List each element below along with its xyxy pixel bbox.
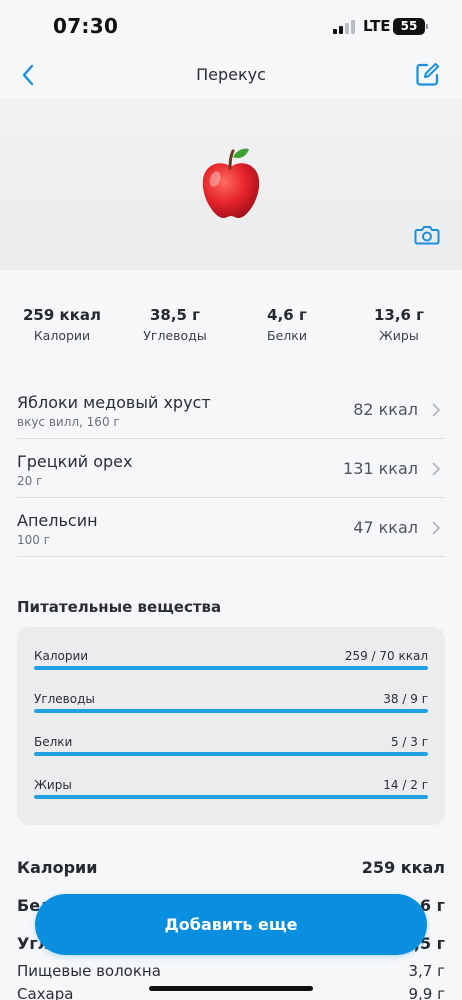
nutrient-value: 5 / 3 г — [390, 735, 428, 749]
nutrient-progress-fill — [34, 752, 428, 756]
total-value: 9,9 г — [408, 985, 445, 1000]
nutrient-progress-track — [34, 666, 428, 670]
edit-icon — [416, 62, 440, 86]
summary-label: Белки — [267, 328, 307, 343]
apple-icon — [202, 148, 260, 218]
food-list: Яблоки медовый хруст вкус вилл, 160 г 82… — [17, 380, 445, 557]
total-value: 259 ккал — [361, 858, 445, 877]
chevron-right-icon — [432, 521, 440, 535]
signal-icon — [333, 20, 355, 34]
status-time: 07:30 — [53, 14, 119, 38]
nutrient-label: Углеводы — [34, 692, 95, 706]
chevron-right-icon — [432, 462, 440, 476]
food-kcal: 47 ккал — [353, 518, 418, 537]
food-detail: 100 г — [17, 533, 51, 547]
summary-value: 259 ккал — [22, 306, 101, 324]
summary-value: 38,5 г — [149, 306, 201, 324]
total-label: Калории — [17, 858, 98, 877]
nutrient-row-carbs: Углеводы 38 / 9 г — [34, 692, 428, 720]
edit-button[interactable] — [414, 61, 441, 88]
page-title: Перекус — [196, 65, 266, 84]
nutrient-progress-fill — [34, 795, 428, 799]
nutrient-label: Калории — [34, 649, 89, 663]
summary-calories: 259 ккал Калории — [7, 306, 117, 343]
nutrients-title: Питательные вещества — [17, 598, 222, 616]
nutrient-value: 259 / 70 ккал — [344, 649, 428, 663]
nutrient-value: 14 / 2 г — [383, 778, 428, 792]
nutrient-progress-fill — [34, 666, 428, 670]
food-name: Яблоки медовый хруст — [17, 393, 211, 412]
chevron-right-icon — [432, 403, 440, 417]
nav-bar: Перекус — [0, 52, 462, 98]
summary-label: Жиры — [379, 328, 419, 343]
summary-label: Калории — [33, 328, 91, 343]
food-item-walnut[interactable]: Грецкий орех 20 г 131 ккал — [17, 439, 445, 498]
summary-fat: 13,6 г Жиры — [344, 306, 454, 343]
total-label: Пищевые волокна — [17, 962, 161, 980]
total-value: 3,7 г — [408, 962, 445, 980]
summary-protein: 4,6 г Белки — [232, 306, 342, 343]
battery-level: 55 — [400, 19, 418, 33]
total-row-calories: Калории 259 ккал — [17, 858, 445, 896]
nutrient-label: Жиры — [34, 778, 72, 792]
camera-icon — [414, 226, 440, 245]
food-kcal: 82 ккал — [353, 400, 418, 419]
nutrient-value: 38 / 9 г — [383, 692, 428, 706]
summary-label: Углеводы — [143, 328, 207, 343]
nutrient-progress-track — [34, 795, 428, 799]
food-name: Апельсин — [17, 511, 98, 530]
nutrient-label: Белки — [34, 735, 73, 749]
nutrient-progress-track — [34, 752, 428, 756]
food-kcal: 131 ккал — [343, 459, 418, 478]
nutrient-row-protein: Белки 5 / 3 г — [34, 735, 428, 763]
food-detail: 20 г — [17, 474, 43, 488]
battery-icon: 55 — [393, 18, 428, 35]
summary-value: 13,6 г — [373, 306, 425, 324]
nutrients-card: Калории 259 / 70 ккал Углеводы 38 / 9 г … — [17, 627, 445, 825]
total-label: Сахара — [17, 985, 74, 1000]
add-more-button[interactable]: Добавить еще — [35, 894, 427, 955]
nutrient-progress-fill — [34, 709, 428, 713]
summary-value: 4,6 г — [267, 306, 307, 324]
home-indicator — [149, 986, 313, 991]
food-name: Грецкий орех — [17, 452, 133, 471]
total-row-fiber: Пищевые волокна 3,7 г — [17, 962, 445, 985]
summary-carbs: 38,5 г Углеводы — [120, 306, 230, 343]
camera-button[interactable] — [414, 224, 440, 246]
food-item-orange[interactable]: Апельсин 100 г 47 ккал — [17, 498, 445, 557]
food-detail: вкус вилл, 160 г — [17, 415, 120, 429]
nutrient-row-calories: Калории 259 / 70 ккал — [34, 649, 428, 677]
hero-image-area — [0, 98, 462, 270]
macro-summary: 259 ккал Калории 38,5 г Углеводы 4,6 г Б… — [0, 306, 462, 350]
food-item-apples[interactable]: Яблоки медовый хруст вкус вилл, 160 г 82… — [17, 380, 445, 439]
nutrient-progress-track — [34, 709, 428, 713]
status-bar: 07:30 LTE 55 — [0, 0, 462, 52]
nutrient-row-fat: Жиры 14 / 2 г — [34, 778, 428, 806]
network-label: LTE — [363, 17, 391, 35]
